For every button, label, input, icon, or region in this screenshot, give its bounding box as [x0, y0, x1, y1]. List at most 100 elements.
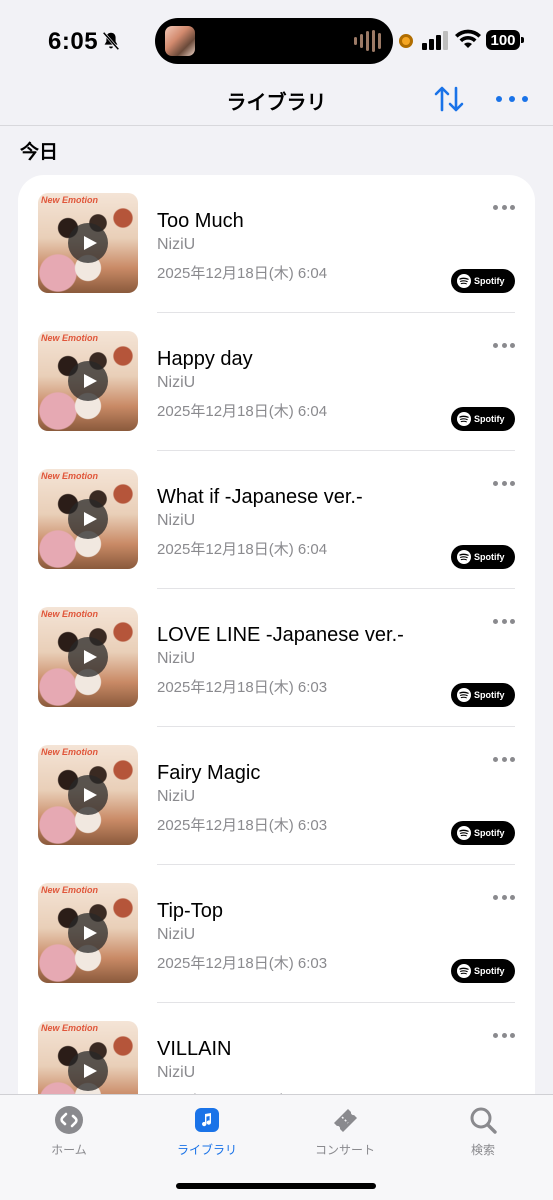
- song-artist: NiziU: [157, 512, 196, 529]
- row-more-icon[interactable]: [493, 205, 515, 211]
- audio-waveform-icon: [354, 30, 381, 52]
- spotify-button[interactable]: Spotify: [451, 959, 515, 983]
- row-more-icon[interactable]: [493, 481, 515, 487]
- song-title: Too Much: [157, 210, 244, 232]
- navigation-bar: ライブラリ: [0, 72, 553, 126]
- album-artwork[interactable]: New Emotion: [38, 607, 138, 707]
- battery-indicator: 100: [486, 30, 524, 50]
- album-art-text: New Emotion: [41, 747, 99, 757]
- play-button[interactable]: [68, 499, 108, 539]
- album-artwork[interactable]: New Emotion: [38, 469, 138, 569]
- more-options-icon[interactable]: [496, 84, 528, 114]
- cellular-signal-icon: [422, 31, 448, 50]
- song-row[interactable]: New Emotion What if -Japanese ver.- Nizi…: [18, 451, 535, 589]
- microphone-indicator-dot: [399, 34, 413, 48]
- bell-off-icon: [102, 31, 120, 51]
- spotify-label: Spotify: [474, 690, 505, 700]
- song-title: LOVE LINE -Japanese ver.-: [157, 624, 404, 646]
- play-icon: [83, 650, 97, 664]
- status-time: 6:05: [48, 28, 99, 55]
- play-icon: [83, 1064, 97, 1078]
- album-artwork[interactable]: New Emotion: [38, 745, 138, 845]
- song-date: 2025年12月18日(木) 6:03: [157, 955, 328, 972]
- play-button[interactable]: [68, 223, 108, 263]
- row-more-icon[interactable]: [493, 757, 515, 763]
- song-row[interactable]: New Emotion Happy day NiziU 2025年12月18日(…: [18, 313, 535, 451]
- spotify-icon: [457, 274, 471, 288]
- song-artist: NiziU: [157, 236, 196, 253]
- song-date: 2025年12月18日(木) 6:04: [157, 541, 328, 558]
- play-icon: [83, 236, 97, 250]
- search-icon: [470, 1107, 497, 1134]
- song-title: Happy day: [157, 348, 253, 370]
- tab-search[interactable]: 検索: [433, 1105, 533, 1158]
- song-row[interactable]: New Emotion Fairy Magic NiziU 2025年12月18…: [18, 727, 535, 865]
- song-artist: NiziU: [157, 650, 196, 667]
- spotify-button[interactable]: Spotify: [451, 683, 515, 707]
- song-date: 2025年12月18日(木) 6:04: [157, 265, 328, 282]
- play-icon: [83, 512, 97, 526]
- spotify-button[interactable]: Spotify: [451, 821, 515, 845]
- play-button[interactable]: [68, 361, 108, 401]
- row-more-icon[interactable]: [493, 1033, 515, 1039]
- song-title: Tip-Top: [157, 900, 223, 922]
- now-playing-artwork: [165, 26, 195, 56]
- tab-concerts[interactable]: コンサート: [295, 1105, 395, 1158]
- section-header-today: 今日: [20, 142, 59, 163]
- song-title: What if -Japanese ver.-: [157, 486, 363, 508]
- song-row[interactable]: New Emotion Too Much NiziU 2025年12月18日(木…: [18, 175, 535, 313]
- album-art-text: New Emotion: [41, 609, 99, 619]
- spotify-label: Spotify: [474, 966, 505, 976]
- row-more-icon[interactable]: [493, 619, 515, 625]
- album-artwork[interactable]: New Emotion: [38, 883, 138, 983]
- home-indicator[interactable]: [176, 1183, 376, 1189]
- song-date: 2025年12月18日(木) 6:03: [157, 679, 328, 696]
- spotify-label: Spotify: [474, 552, 505, 562]
- shazam-icon: [55, 1106, 83, 1134]
- album-artwork[interactable]: New Emotion: [38, 193, 138, 293]
- spotify-label: Spotify: [474, 414, 505, 424]
- spotify-button[interactable]: Spotify: [451, 269, 515, 293]
- music-note-icon: [195, 1108, 219, 1132]
- song-row[interactable]: New Emotion Tip-Top NiziU 2025年12月18日(木)…: [18, 865, 535, 1003]
- song-list: New Emotion Too Much NiziU 2025年12月18日(木…: [18, 175, 535, 1175]
- spotify-icon: [457, 550, 471, 564]
- status-bar: 6:05 100: [0, 0, 553, 80]
- song-artist: NiziU: [157, 374, 196, 391]
- song-date: 2025年12月18日(木) 6:03: [157, 817, 328, 834]
- album-artwork[interactable]: New Emotion: [38, 331, 138, 431]
- song-row[interactable]: New Emotion LOVE LINE -Japanese ver.- Ni…: [18, 589, 535, 727]
- tab-label-concerts: コンサート: [314, 1143, 375, 1157]
- play-icon: [83, 926, 97, 940]
- play-button[interactable]: [68, 775, 108, 815]
- ticket-icon: [334, 1109, 357, 1132]
- spotify-icon: [457, 826, 471, 840]
- play-button[interactable]: [68, 913, 108, 953]
- song-title: Fairy Magic: [157, 762, 261, 784]
- play-icon: [83, 788, 97, 802]
- tab-home[interactable]: ホーム: [19, 1105, 119, 1158]
- song-date: 2025年12月18日(木) 6:04: [157, 403, 328, 420]
- page-title: ライブラリ: [226, 92, 327, 114]
- row-more-icon[interactable]: [493, 343, 515, 349]
- album-art-text: New Emotion: [41, 333, 99, 343]
- spotify-button[interactable]: Spotify: [451, 545, 515, 569]
- play-button[interactable]: [68, 637, 108, 677]
- song-artist: NiziU: [157, 788, 196, 805]
- song-title: VILLAIN: [157, 1038, 232, 1060]
- dynamic-island[interactable]: [155, 18, 393, 64]
- play-icon: [83, 374, 97, 388]
- album-art-text: New Emotion: [41, 195, 99, 205]
- spotify-button[interactable]: Spotify: [451, 407, 515, 431]
- song-artist: NiziU: [157, 926, 196, 943]
- tab-label-search: 検索: [470, 1143, 495, 1157]
- spotify-icon: [457, 964, 471, 978]
- spotify-icon: [457, 412, 471, 426]
- row-more-icon[interactable]: [493, 895, 515, 901]
- play-button[interactable]: [68, 1051, 108, 1091]
- tab-label-library: ライブラリ: [176, 1143, 237, 1157]
- spotify-label: Spotify: [474, 276, 505, 286]
- sort-arrows-icon[interactable]: [432, 84, 466, 114]
- tab-library[interactable]: ライブラリ: [157, 1105, 257, 1158]
- tab-label-home: ホーム: [51, 1143, 87, 1157]
